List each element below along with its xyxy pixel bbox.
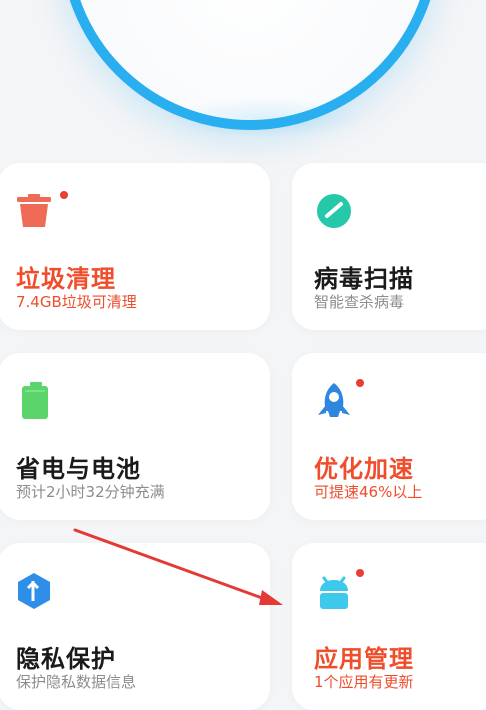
virus-scan-icon [314, 191, 354, 231]
virus-scan-card[interactable]: 病毒扫描 智能查杀病毒 [292, 163, 486, 330]
notification-dot [60, 191, 68, 199]
card-title: 病毒扫描 [314, 265, 414, 293]
card-subtitle: 预计2小时32分钟充满 [16, 483, 165, 501]
battery-icon [14, 381, 54, 421]
battery-card[interactable]: 省电与电池 预计2小时32分钟充满 [0, 353, 270, 520]
android-app-icon [314, 571, 354, 611]
privacy-shield-icon [14, 571, 54, 611]
card-title: 隐私保护 [16, 645, 116, 673]
rocket-icon [314, 381, 354, 421]
card-title: 应用管理 [314, 645, 414, 673]
notification-dot [356, 569, 364, 577]
card-title: 省电与电池 [16, 455, 141, 483]
card-subtitle: 1个应用有更新 [314, 673, 414, 691]
trash-icon [14, 191, 54, 231]
card-subtitle: 7.4GB垃圾可清理 [16, 293, 137, 311]
card-subtitle: 保护隐私数据信息 [16, 673, 137, 691]
card-subtitle: 智能查杀病毒 [314, 293, 405, 311]
optimize-boost-card[interactable]: 优化加速 可提速46%以上 [292, 353, 486, 520]
score-ring-shadow [165, 98, 365, 138]
trash-cleanup-card[interactable]: 垃圾清理 7.4GB垃圾可清理 [0, 163, 270, 330]
card-title: 优化加速 [314, 455, 414, 483]
privacy-protection-card[interactable]: 隐私保护 保护隐私数据信息 [0, 543, 270, 710]
notification-dot [356, 379, 364, 387]
card-subtitle: 可提速46%以上 [314, 483, 423, 501]
app-management-card[interactable]: 应用管理 1个应用有更新 [292, 543, 486, 710]
card-title: 垃圾清理 [16, 265, 116, 293]
